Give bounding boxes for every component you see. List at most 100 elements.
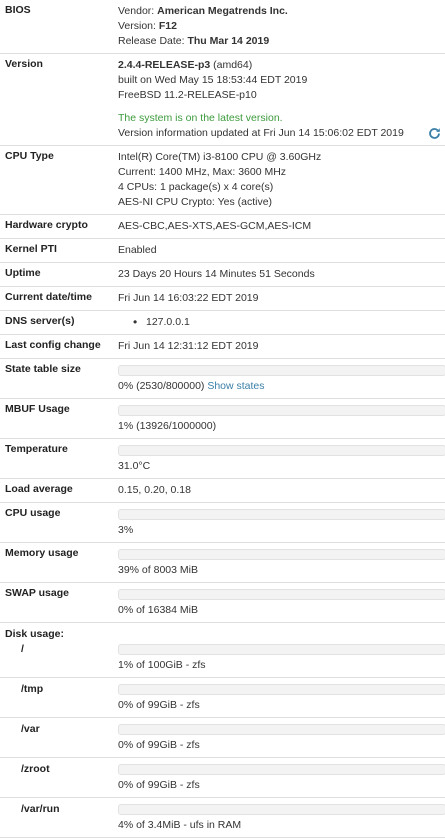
cpu-usage-bar [118, 509, 445, 520]
row-label: Last config change [0, 334, 113, 359]
version-updated: Version information updated at Fri Jun 1… [118, 127, 404, 139]
row-label: Memory usage [0, 542, 113, 583]
row-label: State table size [0, 358, 113, 399]
hardware-crypto-value: AES-CBC,AES-XTS,AES-GCM,AES-ICM [118, 220, 312, 232]
last-config-value: Fri Jun 14 12:31:12 EDT 2019 [118, 340, 259, 352]
row-label: DNS server(s) [0, 310, 113, 335]
refresh-icon[interactable] [428, 127, 441, 145]
disk-mount: /var [21, 723, 40, 735]
row-state-table: State table size 0% (2530/800000) Show s… [0, 358, 445, 399]
vendor-prefix: Vendor: [118, 5, 158, 17]
temperature-bar [118, 445, 445, 456]
bios-vendor: American Megatrends Inc. [157, 5, 288, 17]
row-kernel-pti: Kernel PTI Enabled [0, 238, 445, 263]
cpu-line: Current: 1400 MHz, Max: 3600 MHz [118, 166, 287, 178]
memory-usage-text: 39% of 8003 MiB [118, 564, 198, 576]
swap-usage-bar [118, 589, 445, 600]
row-disk-var: /var 0% of 99GiB - zfs [0, 717, 445, 758]
system-information-table: BIOS Vendor: American Megatrends Inc. Ve… [0, 0, 445, 838]
row-cpu-usage: CPU usage 3% [0, 502, 445, 543]
row-label: MBUF Usage [0, 398, 113, 439]
kernel-pti-value: Enabled [118, 244, 157, 256]
memory-usage-bar [118, 549, 445, 560]
bios-release-date: Thu Mar 14 2019 [187, 35, 270, 47]
row-dns: DNS server(s) 127.0.0.1 [0, 310, 445, 335]
cpu-usage-text: 3% [118, 524, 134, 536]
version-release: 2.4.4-RELEASE-p3 [118, 59, 211, 71]
disk-mount: / [21, 643, 24, 655]
show-states-link[interactable]: Show states [207, 380, 264, 392]
disk-text: 1% of 100GiB - zfs [118, 659, 206, 671]
cpu-line: 4 CPUs: 1 package(s) x 4 core(s) [118, 181, 274, 193]
row-label: Current date/time [0, 286, 113, 311]
row-cpu-type: CPU Type Intel(R) Core(TM) i3-8100 CPU @… [0, 145, 445, 215]
row-disk-tmp: /tmp 0% of 99GiB - zfs [0, 677, 445, 718]
state-table-bar [118, 365, 445, 376]
row-swap-usage: SWAP usage 0% of 16384 MiB [0, 582, 445, 623]
row-last-config: Last config change Fri Jun 14 12:31:12 E… [0, 334, 445, 359]
row-label: Version [0, 53, 113, 146]
row-version: Version 2.4.4-RELEASE-p3 (amd64) built o… [0, 53, 445, 146]
row-label: CPU usage [0, 502, 113, 543]
row-label: BIOS [0, 0, 113, 54]
release-prefix: Release Date: [118, 35, 188, 47]
disk-text: 4% of 3.4MiB - ufs in RAM [118, 819, 242, 831]
disk-bar [118, 764, 445, 775]
state-table-text: 0% (2530/800000) [118, 380, 205, 392]
version-value: 2.4.4-RELEASE-p3 (amd64) built on Wed Ma… [113, 53, 445, 146]
bios-value: Vendor: American Megatrends Inc. Version… [113, 0, 445, 54]
dns-server-item: 127.0.0.1 [132, 315, 445, 330]
row-label: SWAP usage [0, 582, 113, 623]
disk-text: 0% of 99GiB - zfs [118, 779, 200, 791]
row-label: /zroot [0, 757, 113, 798]
uptime-value: 23 Days 20 Hours 14 Minutes 51 Seconds [118, 268, 315, 280]
row-label: Kernel PTI [0, 238, 113, 263]
row-load-average: Load average 0.15, 0.20, 0.18 [0, 478, 445, 503]
disk-bar [118, 804, 445, 815]
cpu-line: AES-NI CPU Crypto: Yes (active) [118, 196, 273, 208]
row-label: Disk usage: / [0, 622, 113, 678]
disk-text: 0% of 99GiB - zfs [118, 739, 200, 751]
mbuf-text: 1% (13926/1000000) [118, 420, 217, 432]
disk-mount: /tmp [21, 683, 44, 695]
row-disk-root: Disk usage: / 1% of 100GiB - zfs [0, 622, 445, 678]
load-average-value: 0.15, 0.20, 0.18 [118, 484, 191, 496]
row-label: /var [0, 717, 113, 758]
row-memory-usage: Memory usage 39% of 8003 MiB [0, 542, 445, 583]
disk-bar [118, 644, 445, 655]
row-disk-var-run: /var/run 4% of 3.4MiB - ufs in RAM [0, 797, 445, 838]
row-uptime: Uptime 23 Days 20 Hours 14 Minutes 51 Se… [0, 262, 445, 287]
row-current-date: Current date/time Fri Jun 14 16:03:22 ED… [0, 286, 445, 311]
version-prefix: Version: [118, 20, 159, 32]
row-bios: BIOS Vendor: American Megatrends Inc. Ve… [0, 0, 445, 54]
row-label: Hardware crypto [0, 214, 113, 239]
swap-usage-text: 0% of 16384 MiB [118, 604, 198, 616]
disk-bar [118, 724, 445, 735]
disk-bar [118, 684, 445, 695]
bios-version: F12 [158, 20, 177, 32]
row-label: /tmp [0, 677, 113, 718]
row-disk-zroot: /zroot 0% of 99GiB - zfs [0, 757, 445, 798]
row-temperature: Temperature 31.0°C [0, 438, 445, 479]
disk-mount: /var/run [21, 803, 60, 815]
version-arch: (amd64) [210, 59, 253, 71]
dns-server-list: 127.0.0.1 [118, 315, 445, 330]
cpu-type-value: Intel(R) Core(TM) i3-8100 CPU @ 3.60GHz … [113, 145, 445, 215]
row-label: Load average [0, 478, 113, 503]
cpu-line: Intel(R) Core(TM) i3-8100 CPU @ 3.60GHz [118, 151, 322, 163]
version-built: built on Wed May 15 18:53:44 EDT 2019 [118, 74, 308, 86]
row-mbuf: MBUF Usage 1% (13926/1000000) [0, 398, 445, 439]
version-status: The system is on the latest version. [118, 112, 283, 124]
row-label: CPU Type [0, 145, 113, 215]
mbuf-bar [118, 405, 445, 416]
row-hardware-crypto: Hardware crypto AES-CBC,AES-XTS,AES-GCM,… [0, 214, 445, 239]
row-label: /var/run [0, 797, 113, 838]
row-label: Uptime [0, 262, 113, 287]
disk-mount: /zroot [21, 763, 50, 775]
row-label: Temperature [0, 438, 113, 479]
disk-text: 0% of 99GiB - zfs [118, 699, 200, 711]
disk-usage-heading: Disk usage: [5, 628, 64, 640]
temperature-text: 31.0°C [118, 460, 151, 472]
current-date-value: Fri Jun 14 16:03:22 EDT 2019 [118, 292, 259, 304]
version-freebsd: FreeBSD 11.2-RELEASE-p10 [118, 89, 257, 101]
